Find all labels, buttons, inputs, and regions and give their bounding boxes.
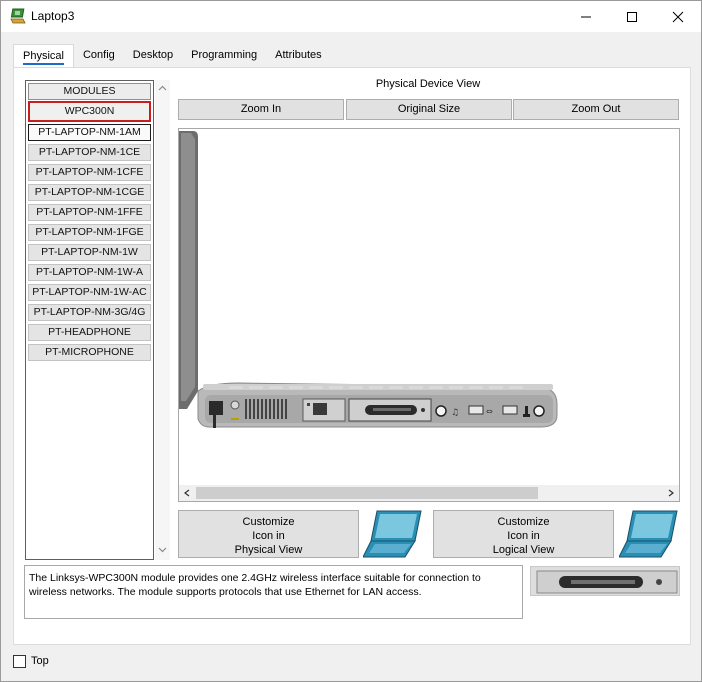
modules-header: MODULES xyxy=(28,83,151,100)
module-item-pt-laptop-nm-1w[interactable]: PT-LAPTOP-NM-1W xyxy=(28,244,151,261)
laptop-logical-icon xyxy=(619,510,678,558)
maximize-icon xyxy=(627,11,637,22)
close-icon xyxy=(672,11,684,22)
laptop3-window: Laptop3 Physical Config Desktop Programm… xyxy=(0,0,702,682)
scrollbar-thumb[interactable] xyxy=(196,487,538,499)
modules-scrollbar[interactable] xyxy=(155,80,170,560)
tab-label: Programming xyxy=(191,49,258,61)
window-title: Laptop3 xyxy=(31,9,75,23)
tab-desktop[interactable]: Desktop xyxy=(124,44,182,68)
tab-label: Desktop xyxy=(132,49,174,61)
minimize-button[interactable] xyxy=(563,1,609,32)
top-checkbox[interactable] xyxy=(13,655,26,668)
title-bar[interactable]: Laptop3 xyxy=(1,1,701,32)
scroll-down-icon[interactable] xyxy=(158,545,167,554)
tab-programming[interactable]: Programming xyxy=(182,44,266,68)
module-item-pt-laptop-nm-1cge[interactable]: PT-LAPTOP-NM-1CGE xyxy=(28,184,151,201)
button-line: Customize xyxy=(497,516,550,528)
tab-config[interactable]: Config xyxy=(74,44,124,68)
module-item-pt-laptop-nm-1cfe[interactable]: PT-LAPTOP-NM-1CFE xyxy=(28,164,151,181)
original-size-button[interactable]: Original Size xyxy=(346,99,512,120)
module-item-pt-laptop-nm-1am[interactable]: PT-LAPTOP-NM-1AM xyxy=(28,124,151,141)
physical-panel: MODULES WPC300N PT-LAPTOP-NM-1AM PT-LAPT… xyxy=(13,67,691,645)
zoom-out-button[interactable]: Zoom Out xyxy=(513,99,679,120)
module-item-pt-microphone[interactable]: PT-MICROPHONE xyxy=(28,344,151,361)
button-line: Physical View xyxy=(234,544,303,556)
physical-device-view-title: Physical Device View xyxy=(375,78,481,90)
module-item-wpc300n[interactable]: WPC300N xyxy=(28,101,151,122)
module-item-pt-headphone[interactable]: PT-HEADPHONE xyxy=(28,324,151,341)
packet-tracer-laptop-icon xyxy=(10,8,26,24)
tab-label: Physical xyxy=(23,50,64,65)
scroll-left-icon[interactable] xyxy=(183,489,191,497)
minimize-icon xyxy=(581,16,591,17)
module-item-pt-laptop-nm-3g-4g[interactable]: PT-LAPTOP-NM-3G/4G xyxy=(28,304,151,321)
module-item-pt-laptop-nm-1w-ac[interactable]: PT-LAPTOP-NM-1W-AC xyxy=(28,284,151,301)
module-preview-image xyxy=(530,566,680,596)
modules-list: MODULES WPC300N PT-LAPTOP-NM-1AM PT-LAPT… xyxy=(25,80,154,560)
laptop-side-view-image: ♫ ⇔ xyxy=(179,131,558,428)
device-view-horizontal-scrollbar[interactable] xyxy=(179,485,679,501)
scroll-right-icon[interactable] xyxy=(667,489,675,497)
button-line: Icon in xyxy=(507,530,540,542)
svg-text:♫: ♫ xyxy=(451,408,459,418)
top-label: Top xyxy=(31,655,49,667)
module-item-pt-laptop-nm-1ce[interactable]: PT-LAPTOP-NM-1CE xyxy=(28,144,151,161)
tab-attributes[interactable]: Attributes xyxy=(266,44,330,68)
customize-physical-icon-button[interactable]: Customize Icon in Physical View xyxy=(178,510,359,558)
svg-text:⇔: ⇔ xyxy=(486,407,493,416)
tab-label: Attributes xyxy=(275,49,322,61)
tab-physical[interactable]: Physical xyxy=(13,44,74,68)
physical-device-canvas[interactable]: ♫ ⇔ xyxy=(178,128,680,502)
tab-bar: Physical Config Desktop Programming Attr… xyxy=(13,44,331,68)
scroll-up-icon[interactable] xyxy=(158,84,167,93)
button-line: Customize xyxy=(242,516,295,528)
module-item-pt-laptop-nm-1ffe[interactable]: PT-LAPTOP-NM-1FFE xyxy=(28,204,151,221)
laptop-physical-icon xyxy=(363,510,422,558)
maximize-button[interactable] xyxy=(609,1,655,32)
wpc300n-card-image xyxy=(531,567,679,595)
button-line: Logical View xyxy=(492,544,555,556)
module-item-pt-laptop-nm-1fge[interactable]: PT-LAPTOP-NM-1FGE xyxy=(28,224,151,241)
button-line: Icon in xyxy=(252,530,285,542)
customize-logical-icon-button[interactable]: Customize Icon in Logical View xyxy=(433,510,614,558)
zoom-in-button[interactable]: Zoom In xyxy=(178,99,344,120)
close-button[interactable] xyxy=(655,1,701,32)
module-item-pt-laptop-nm-1w-a[interactable]: PT-LAPTOP-NM-1W-A xyxy=(28,264,151,281)
module-description: The Linksys-WPC300N module provides one … xyxy=(24,565,523,619)
tab-label: Config xyxy=(82,49,115,61)
